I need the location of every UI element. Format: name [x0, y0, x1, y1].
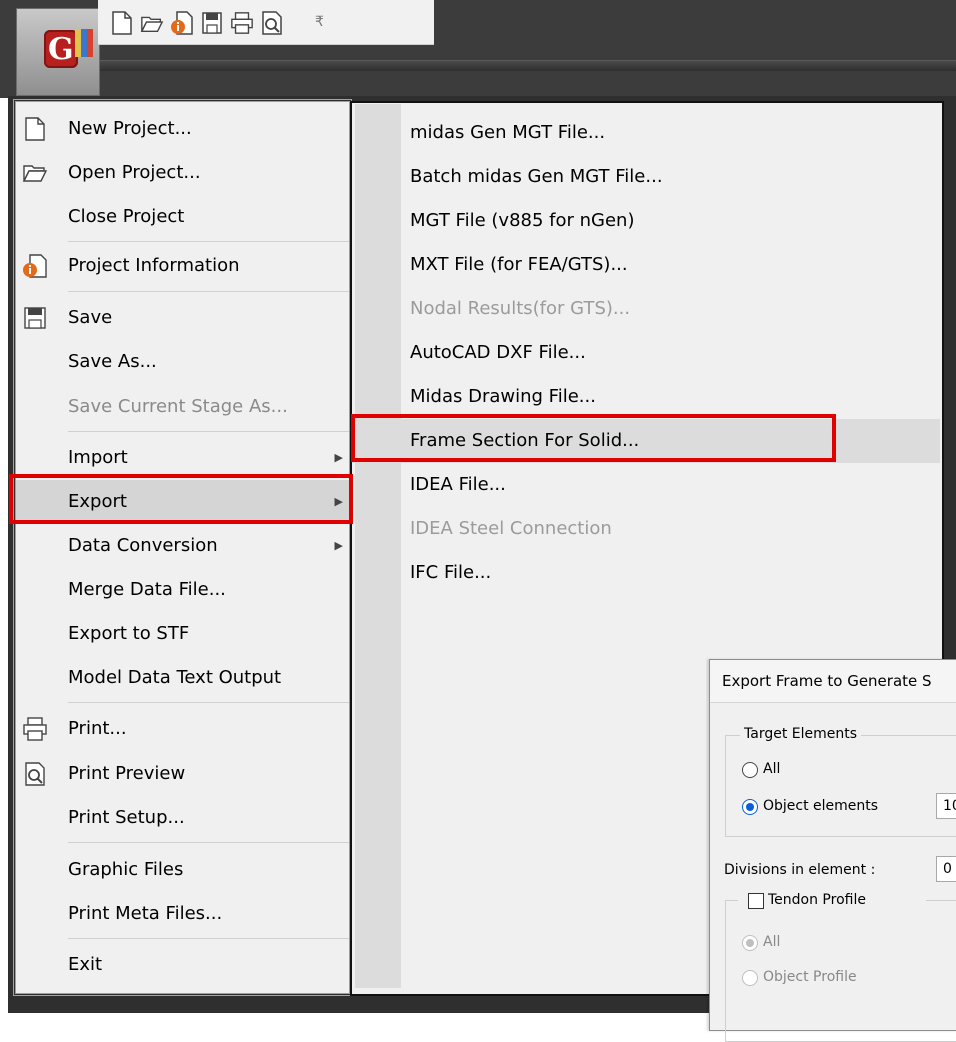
- print-preview-icon[interactable]: [260, 10, 284, 36]
- dialog-title: Export Frame to Generate S: [722, 672, 932, 690]
- menu-separator: [68, 431, 349, 432]
- radio-object-elements[interactable]: [742, 799, 758, 815]
- divisions-label: Divisions in element :: [724, 862, 876, 878]
- submenu-arrow-icon: ▶: [334, 495, 343, 508]
- submenu-item-autocad-dxf[interactable]: AutoCAD DXF File...: [352, 331, 940, 375]
- ribbon-edge: [98, 60, 956, 71]
- divisions-input[interactable]: 0: [936, 856, 956, 882]
- submenu-item-idea-file[interactable]: IDEA File...: [352, 463, 940, 507]
- quick-access-toolbar: ₹: [98, 0, 434, 45]
- submenu-item-midas-gen-mgt[interactable]: midas Gen MGT File...: [352, 111, 940, 155]
- menu-item-merge-data-file[interactable]: Merge Data File...: [16, 568, 349, 612]
- menu-item-import[interactable]: Import ▶: [16, 436, 349, 480]
- menu-item-exit[interactable]: Exit: [16, 943, 349, 987]
- new-file-icon: [25, 117, 45, 141]
- menu-item-save-as[interactable]: Save As...: [16, 340, 349, 384]
- radio-object-profile: [742, 970, 758, 986]
- menu-separator: [68, 241, 349, 242]
- menu-item-export-to-stf[interactable]: Export to STF: [16, 612, 349, 656]
- radio-all-label: All: [763, 761, 781, 777]
- menu-item-graphic-files[interactable]: Graphic Files: [16, 848, 349, 892]
- radio-tendon-all: [742, 935, 758, 951]
- submenu-item-idea-steel-connection: IDEA Steel Connection: [410, 518, 612, 539]
- menu-separator: [68, 938, 349, 939]
- menu-separator: [68, 702, 349, 703]
- midas-gen-logo-icon: G: [44, 30, 78, 68]
- tendon-profile-checkbox[interactable]: [748, 893, 764, 909]
- submenu-icon-gutter: [355, 104, 401, 988]
- menu-item-print[interactable]: Print...: [16, 707, 349, 751]
- save-icon: [24, 307, 46, 329]
- print-icon: [23, 717, 47, 741]
- menu-item-close-project[interactable]: Close Project: [16, 195, 349, 239]
- project-info-icon[interactable]: [170, 10, 194, 36]
- application-button[interactable]: G: [16, 8, 100, 96]
- submenu-arrow-icon: ▶: [334, 451, 343, 464]
- menu-separator: [68, 291, 349, 292]
- open-folder-icon[interactable]: [140, 10, 164, 36]
- submenu-item-batch-midas-gen-mgt[interactable]: Batch midas Gen MGT File...: [352, 155, 940, 199]
- radio-object-profile-label: Object Profile: [763, 969, 857, 985]
- menu-item-model-data-text-output[interactable]: Model Data Text Output: [16, 656, 349, 700]
- logo-grid-icon: [75, 29, 93, 57]
- submenu-item-mxt-file[interactable]: MXT File (for FEA/GTS)...: [352, 243, 940, 287]
- tendon-profile-label: Tendon Profile: [768, 892, 866, 908]
- application-menu: New Project... Open Project... Close Pro…: [15, 101, 350, 994]
- submenu-item-nodal-results: Nodal Results(for GTS)...: [410, 298, 631, 319]
- menu-item-open-project[interactable]: Open Project...: [16, 151, 349, 195]
- menu-item-print-meta-files[interactable]: Print Meta Files...: [16, 892, 349, 936]
- submenu-arrow-icon: ▶: [334, 539, 343, 552]
- menu-item-print-setup[interactable]: Print Setup...: [16, 796, 349, 840]
- object-elements-input[interactable]: 10: [936, 793, 956, 819]
- radio-object-elements-label: Object elements: [763, 798, 879, 814]
- project-info-icon: [23, 254, 47, 278]
- print-icon[interactable]: [230, 10, 254, 36]
- target-elements-group: [725, 735, 956, 837]
- dialog-titlebar[interactable]: Export Frame to Generate S: [710, 660, 956, 703]
- export-frame-dialog: Export Frame to Generate S Target Elemen…: [709, 659, 956, 1042]
- submenu-item-ifc-file[interactable]: IFC File...: [352, 551, 940, 595]
- menu-item-new-project[interactable]: New Project...: [16, 107, 349, 151]
- new-file-icon[interactable]: [110, 10, 134, 36]
- radio-tendon-all-label: All: [763, 934, 781, 950]
- menu-item-data-conversion[interactable]: Data Conversion ▶: [16, 524, 349, 568]
- radio-all[interactable]: [742, 762, 758, 778]
- menu-item-save[interactable]: Save: [16, 296, 349, 340]
- submenu-item-frame-section-for-solid[interactable]: Frame Section For Solid...: [352, 419, 940, 463]
- submenu-item-mgt-v885[interactable]: MGT File (v885 for nGen): [352, 199, 940, 243]
- save-icon[interactable]: [200, 10, 224, 36]
- menu-item-project-information[interactable]: Project Information: [16, 244, 349, 288]
- menu-separator: [68, 842, 349, 843]
- menu-item-export[interactable]: Export ▶: [16, 480, 349, 524]
- menu-item-print-preview[interactable]: Print Preview: [16, 752, 349, 796]
- open-folder-icon: [22, 165, 48, 182]
- customize-toolbar-icon[interactable]: ₹: [315, 14, 324, 30]
- menu-item-save-current-stage-as: Save Current Stage As...: [68, 396, 288, 417]
- target-elements-label: Target Elements: [740, 726, 862, 742]
- print-preview-icon: [25, 762, 45, 786]
- submenu-item-midas-drawing[interactable]: Midas Drawing File...: [352, 375, 940, 419]
